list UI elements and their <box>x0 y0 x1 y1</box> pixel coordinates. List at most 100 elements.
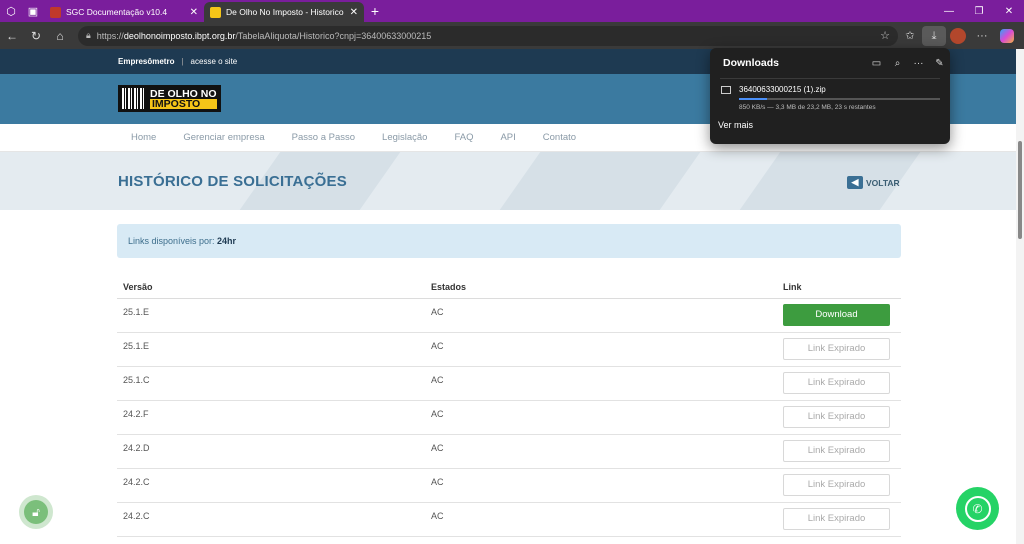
cell-versao: 25.1.E <box>123 307 150 317</box>
ver-mais-link[interactable]: Ver mais <box>710 120 950 130</box>
alert-value: 24hr <box>217 236 237 246</box>
profile-avatar[interactable] <box>950 27 966 44</box>
new-tab-button[interactable]: + <box>364 3 386 19</box>
whatsapp-button[interactable]: ✆ <box>956 487 999 530</box>
downloads-icon[interactable]: ⤓ <box>922 25 946 46</box>
cell-versao: 24.2.F <box>123 409 149 419</box>
close-tab-icon[interactable]: ✕ <box>190 7 198 18</box>
cell-estado: AC <box>431 409 444 419</box>
cell-estado: AC <box>431 443 444 453</box>
restore-icon[interactable]: ❐ <box>964 6 994 17</box>
cell-versao: 24.2.D <box>123 443 150 453</box>
sgc-favicon-icon <box>50 6 61 18</box>
search-icon[interactable]: ⌕ <box>887 58 908 69</box>
more-options-icon[interactable]: ··· <box>908 58 929 69</box>
nav-home[interactable]: Home <box>131 132 156 143</box>
zip-file-icon <box>721 86 731 94</box>
site-logo[interactable]: DE OLHO NO IMPOSTO <box>118 85 221 112</box>
downloads-title: Downloads <box>723 57 780 69</box>
expired-link-button[interactable]: Link Expirado <box>783 474 890 496</box>
cell-versao: 24.2.C <box>123 511 150 521</box>
cell-estado: AC <box>431 307 444 317</box>
nav-contato[interactable]: Contato <box>543 132 576 143</box>
header-versao: Versão <box>123 281 153 292</box>
more-options-icon[interactable]: ··· <box>970 30 994 42</box>
download-status: 850 KB/s — 3,3 MB de 23,2 MB, 23 s resta… <box>739 104 876 111</box>
tab-actions-icon[interactable]: ▣ <box>22 0 44 22</box>
cell-estado: AC <box>431 511 444 521</box>
title-banner: HISTÓRICO DE SOLICITAÇÕES ◀ VOLTAR <box>0 152 1016 210</box>
alert-text: Links disponíveis por: <box>128 236 218 246</box>
expired-link-button[interactable]: Link Expirado <box>783 406 890 428</box>
pin-icon[interactable]: ✎ <box>929 58 950 69</box>
browser-toolbar: ← ↻ ⌂ 🔒︎ https://deolhonoimposto.ibpt.or… <box>0 22 1024 49</box>
separator: | <box>181 57 184 66</box>
decor-shape <box>499 152 701 210</box>
favorite-star-icon[interactable]: ☆ <box>880 29 890 42</box>
page-title: HISTÓRICO DE SOLICITAÇÕES <box>118 173 347 190</box>
header-estados: Estados <box>431 281 467 292</box>
tab-title: De Olho No Imposto - Historico <box>226 7 344 17</box>
copilot-icon[interactable] <box>1000 28 1014 43</box>
unlock-icon: 🔓︎ <box>24 500 48 524</box>
browser-tab-sgc[interactable]: SGC Documentação v10.4 ✕ <box>44 2 204 22</box>
whatsapp-icon: ✆ <box>964 495 991 522</box>
reload-icon[interactable]: ↻ <box>24 29 48 43</box>
cell-versao: 25.1.E <box>123 341 150 351</box>
availability-alert: Links disponíveis por: 24hr <box>117 224 901 258</box>
download-progress-fill <box>739 98 768 100</box>
barcode-logo-icon <box>122 88 146 109</box>
browser-tabbar: ⬡ ▣ SGC Documentação v10.4 ✕ De Olho No … <box>0 0 1024 22</box>
cell-estado: AC <box>431 375 444 385</box>
downloads-header: Downloads ▭ ⌕ ··· ✎ <box>710 48 950 78</box>
lock-icon[interactable]: 🔒︎ <box>86 30 91 41</box>
deolho-favicon-icon <box>210 6 221 18</box>
browser-tab-deolho[interactable]: De Olho No Imposto - Historico ✕ <box>204 2 364 22</box>
privacy-lock-button[interactable]: 🔓︎ <box>19 495 53 529</box>
tab-title: SGC Documentação v10.4 <box>66 7 168 17</box>
url-text: https://deolhonoimposto.ibpt.org.br/Tabe… <box>96 30 432 41</box>
cell-estado: AC <box>431 341 444 351</box>
nav-passo-a-passo[interactable]: Passo a Passo <box>292 132 355 143</box>
table-row: 24.2.F AC Link Expirado <box>117 401 901 435</box>
empresometro-link[interactable]: Empresômetro <box>118 57 174 66</box>
nav-legislacao[interactable]: Legislação <box>382 132 427 143</box>
home-icon[interactable]: ⌂ <box>48 29 72 43</box>
table-row: 24.2.C AC Link Expirado <box>117 503 901 537</box>
expired-link-button[interactable]: Link Expirado <box>783 338 890 360</box>
close-tab-icon[interactable]: ✕ <box>350 7 358 18</box>
downloads-panel: Downloads ▭ ⌕ ··· ✎ 36400633000215 (1).z… <box>710 48 950 144</box>
table-header: Versão Estados Link <box>117 275 901 299</box>
scrollbar-thumb[interactable] <box>1018 141 1022 239</box>
voltar-label: VOLTAR <box>866 177 900 188</box>
nav-faq[interactable]: FAQ <box>454 132 473 143</box>
window-controls: — ❐ ✕ <box>934 6 1024 17</box>
nav-api[interactable]: API <box>500 132 515 143</box>
close-window-icon[interactable]: ✕ <box>994 6 1024 17</box>
page-scrollbar[interactable] <box>1016 49 1024 544</box>
expired-link-button[interactable]: Link Expirado <box>783 508 890 530</box>
minimize-icon[interactable]: — <box>934 6 964 17</box>
back-icon[interactable]: ← <box>0 29 24 43</box>
download-button[interactable]: Download <box>783 304 890 326</box>
expired-link-button[interactable]: Link Expirado <box>783 372 890 394</box>
back-arrow-icon: ◀ <box>847 176 863 189</box>
logo-text: DE OLHO NO IMPOSTO <box>150 87 217 110</box>
open-folder-icon[interactable]: ▭ <box>866 58 887 69</box>
table-row: 25.1.C AC Link Expirado <box>117 367 901 401</box>
table-row: 25.1.E AC Link Expirado <box>117 333 901 367</box>
nav-gerenciar-empresa[interactable]: Gerenciar empresa <box>183 132 264 143</box>
download-progress-bar <box>739 98 940 100</box>
voltar-button[interactable]: ◀ VOLTAR <box>847 176 900 189</box>
download-filename: 36400633000215 (1).zip <box>739 85 826 94</box>
favorites-icon[interactable]: ✩ <box>898 29 922 42</box>
address-bar[interactable]: 🔒︎ https://deolhonoimposto.ibpt.org.br/T… <box>78 25 898 46</box>
expired-link-button[interactable]: Link Expirado <box>783 440 890 462</box>
workspaces-icon[interactable]: ⬡ <box>0 0 22 22</box>
table-row: 25.1.E AC Download <box>117 299 901 333</box>
acesse-site-link[interactable]: acesse o site <box>191 57 238 66</box>
cell-versao: 24.2.C <box>123 477 150 487</box>
download-item[interactable]: 36400633000215 (1).zip 850 KB/s — 3,3 MB… <box>710 79 950 117</box>
cell-estado: AC <box>431 477 444 487</box>
header-link: Link <box>783 281 802 292</box>
